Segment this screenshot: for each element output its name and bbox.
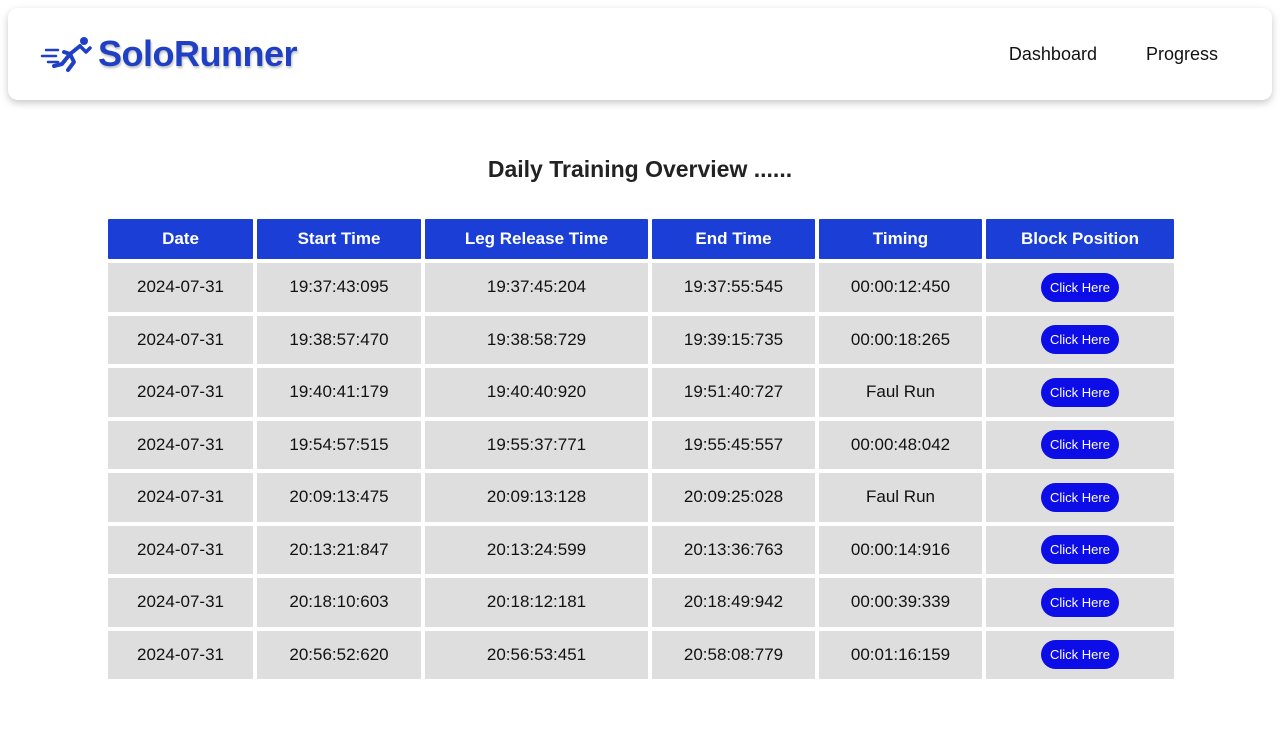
cell-block-position: Click Here [986, 368, 1174, 417]
cell-date: 2024-07-31 [108, 473, 253, 522]
nav-progress-link[interactable]: Progress [1146, 44, 1218, 65]
nav-links: Dashboard Progress [960, 8, 1218, 100]
block-position-button[interactable]: Click Here [1041, 272, 1119, 302]
column-header-date: Date [108, 219, 253, 259]
block-position-button[interactable]: Click Here [1041, 377, 1119, 407]
cell-timing: Faul Run [819, 368, 982, 417]
nav-dashboard-link[interactable]: Dashboard [1009, 44, 1097, 65]
table-row: 2024-07-31 20:09:13:475 20:09:13:128 20:… [108, 473, 1174, 522]
table-row: 2024-07-31 20:56:52:620 20:56:53:451 20:… [108, 630, 1174, 679]
cell-leg-release-time: 19:55:37:771 [425, 420, 648, 469]
cell-timing: 00:00:18:265 [819, 315, 982, 364]
cell-leg-release-time: 19:38:58:729 [425, 315, 648, 364]
cell-start-time: 19:38:57:470 [257, 315, 421, 364]
cell-date: 2024-07-31 [108, 525, 253, 574]
cell-start-time: 20:13:21:847 [257, 525, 421, 574]
cell-date: 2024-07-31 [108, 420, 253, 469]
cell-start-time: 19:40:41:179 [257, 368, 421, 417]
cell-block-position: Click Here [986, 578, 1174, 627]
cell-timing: 00:00:12:450 [819, 263, 982, 312]
column-header-leg-release-time: Leg Release Time [425, 219, 648, 259]
cell-end-time: 20:09:25:028 [652, 473, 815, 522]
cell-start-time: 20:09:13:475 [257, 473, 421, 522]
block-position-button[interactable]: Click Here [1041, 640, 1119, 670]
cell-block-position: Click Here [986, 420, 1174, 469]
cell-leg-release-time: 20:56:53:451 [425, 630, 648, 679]
cell-timing: 00:00:48:042 [819, 420, 982, 469]
cell-end-time: 19:39:15:735 [652, 315, 815, 364]
cell-timing: Faul Run [819, 473, 982, 522]
cell-leg-release-time: 19:40:40:920 [425, 368, 648, 417]
cell-end-time: 19:55:45:557 [652, 420, 815, 469]
table-row: 2024-07-31 20:18:10:603 20:18:12:181 20:… [108, 578, 1174, 627]
cell-leg-release-time: 20:09:13:128 [425, 473, 648, 522]
cell-block-position: Click Here [986, 473, 1174, 522]
column-header-end-time: End Time [652, 219, 815, 259]
cell-date: 2024-07-31 [108, 263, 253, 312]
brand-logo[interactable]: SoloRunner [40, 30, 298, 78]
cell-block-position: Click Here [986, 525, 1174, 574]
cell-date: 2024-07-31 [108, 315, 253, 364]
table-row: 2024-07-31 19:38:57:470 19:38:58:729 19:… [108, 315, 1174, 364]
cell-timing: 00:01:16:159 [819, 630, 982, 679]
table-row: 2024-07-31 20:13:21:847 20:13:24:599 20:… [108, 525, 1174, 574]
cell-date: 2024-07-31 [108, 630, 253, 679]
table-row: 2024-07-31 19:54:57:515 19:55:37:771 19:… [108, 420, 1174, 469]
cell-end-time: 20:18:49:942 [652, 578, 815, 627]
cell-leg-release-time: 20:18:12:181 [425, 578, 648, 627]
block-position-button[interactable]: Click Here [1041, 325, 1119, 355]
cell-end-time: 20:58:08:779 [652, 630, 815, 679]
cell-end-time: 20:13:36:763 [652, 525, 815, 574]
cell-end-time: 19:37:55:545 [652, 263, 815, 312]
brand-name: SoloRunner [98, 33, 298, 74]
runner-icon [40, 34, 92, 74]
column-header-start-time: Start Time [257, 219, 421, 259]
column-header-timing: Timing [819, 219, 982, 259]
cell-date: 2024-07-31 [108, 368, 253, 417]
cell-block-position: Click Here [986, 315, 1174, 364]
cell-end-time: 19:51:40:727 [652, 368, 815, 417]
cell-leg-release-time: 20:13:24:599 [425, 525, 648, 574]
block-position-button[interactable]: Click Here [1041, 587, 1119, 617]
block-position-button[interactable]: Click Here [1041, 430, 1119, 460]
top-navbar: SoloRunner Dashboard Progress [8, 8, 1272, 100]
table-row: 2024-07-31 19:37:43:095 19:37:45:204 19:… [108, 263, 1174, 312]
cell-start-time: 20:18:10:603 [257, 578, 421, 627]
cell-start-time: 19:37:43:095 [257, 263, 421, 312]
cell-timing: 00:00:14:916 [819, 525, 982, 574]
table-row: 2024-07-31 19:40:41:179 19:40:40:920 19:… [108, 368, 1174, 417]
page-title: Daily Training Overview ...... [487, 156, 793, 182]
training-table: Date Start Time Leg Release Time End Tim… [104, 215, 1178, 683]
cell-start-time: 20:56:52:620 [257, 630, 421, 679]
cell-start-time: 19:54:57:515 [257, 420, 421, 469]
block-position-button[interactable]: Click Here [1041, 482, 1119, 512]
cell-timing: 00:00:39:339 [819, 578, 982, 627]
cell-leg-release-time: 19:37:45:204 [425, 263, 648, 312]
cell-block-position: Click Here [986, 630, 1174, 679]
cell-block-position: Click Here [986, 263, 1174, 312]
block-position-button[interactable]: Click Here [1041, 535, 1119, 565]
cell-date: 2024-07-31 [108, 578, 253, 627]
column-header-block-position: Block Position [986, 219, 1174, 259]
table-header-row: Date Start Time Leg Release Time End Tim… [108, 219, 1174, 259]
